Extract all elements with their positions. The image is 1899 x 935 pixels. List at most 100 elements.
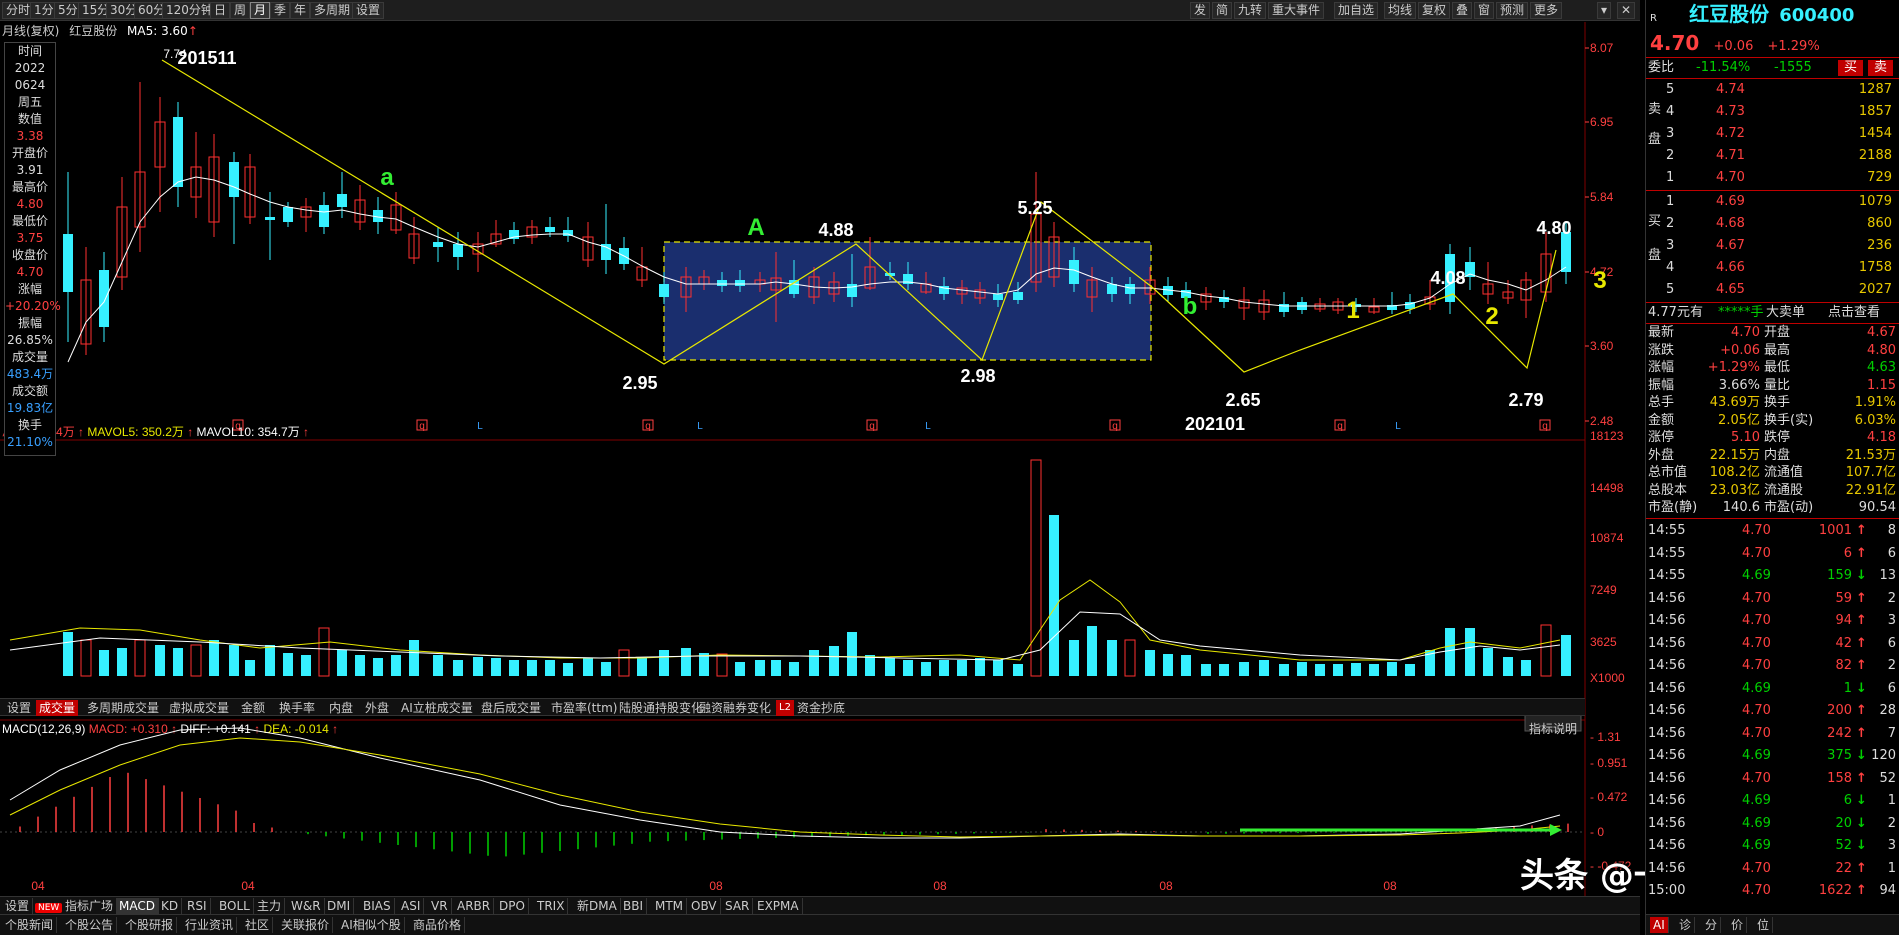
- indicator-tab-12[interactable]: VR: [428, 898, 452, 914]
- period-tab-11[interactable]: 年: [290, 2, 311, 19]
- toolbar-right-0[interactable]: 发: [1190, 2, 1211, 19]
- volume-bar: [1181, 655, 1191, 676]
- indicator-tab-9[interactable]: DMI: [324, 898, 355, 914]
- volume-tab-9[interactable]: 盘后成交量: [478, 700, 544, 716]
- indicator-tab-19[interactable]: OBV: [688, 898, 721, 914]
- volume-tab-6[interactable]: 内盘: [326, 700, 356, 716]
- indicator-tab-3[interactable]: MACD: [116, 898, 159, 914]
- indicator-tab-7[interactable]: 主力: [254, 898, 286, 914]
- volume-tab-4[interactable]: 金额: [238, 700, 268, 716]
- indicator-tab-16[interactable]: 新DMA: [574, 898, 621, 914]
- info-tab-0[interactable]: 个股新闻: [2, 917, 58, 933]
- info-tab-3[interactable]: 行业资讯: [182, 917, 238, 933]
- indicator-tab-8[interactable]: W&R: [288, 898, 325, 914]
- quote-nav-2[interactable]: 分: [1702, 917, 1722, 933]
- stock-chart[interactable]: 8.076.955.844.723.602.487.74201511aA 4.88…: [0, 22, 1645, 897]
- sell-button[interactable]: 卖: [1868, 60, 1894, 76]
- asks-row-0[interactable]: 5 4.74 1287: [1646, 79, 1899, 101]
- close-icon[interactable]: ✕: [1617, 2, 1636, 19]
- quote-nav-3[interactable]: 价: [1728, 917, 1748, 933]
- tick-vol: 6: [1843, 793, 1852, 808]
- volume-bar: [681, 648, 691, 676]
- volume-bar: [771, 660, 781, 676]
- asks-row-2[interactable]: 3 4.72 1454: [1646, 123, 1899, 145]
- volume-bar: [1030, 459, 1042, 677]
- indicator-tab-0[interactable]: 设置: [2, 898, 34, 914]
- info-tab-2[interactable]: 个股研报: [122, 917, 178, 933]
- volume-axis-label: 14498: [1590, 481, 1624, 495]
- period-tab-13[interactable]: 设置: [352, 2, 385, 19]
- volume-tab-10[interactable]: 市盈率(ttm): [548, 700, 620, 716]
- volume-tab-3[interactable]: 虚拟成交量: [166, 700, 232, 716]
- menu-down-icon[interactable]: ▾: [1597, 2, 1612, 19]
- indicator-tab-11[interactable]: ASI: [398, 898, 425, 914]
- info-tab-4[interactable]: 社区: [242, 917, 274, 933]
- volume-bar: [134, 639, 146, 677]
- asks-row-4[interactable]: 1 4.70 729: [1646, 167, 1899, 189]
- period-tab-7[interactable]: 日: [210, 2, 231, 19]
- period-tab-10[interactable]: 季: [270, 2, 291, 19]
- indicator-tab-4[interactable]: KD: [158, 898, 183, 914]
- bids-row-2[interactable]: 3 4.67 236: [1646, 235, 1899, 257]
- buy-button[interactable]: 买: [1838, 60, 1864, 76]
- volume-tab-2[interactable]: 多周期成交量: [84, 700, 162, 716]
- volume-bar: [1107, 640, 1117, 676]
- bids-row-4[interactable]: 5 4.65 2027: [1646, 279, 1899, 301]
- volume-tab-7[interactable]: 外盘: [362, 700, 392, 716]
- level-price: 4.67: [1716, 238, 1745, 253]
- info-tab-6[interactable]: AI相似个股: [338, 917, 405, 933]
- info-tab-7[interactable]: 商品价格: [410, 917, 466, 933]
- quote-nav-0[interactable]: AI: [1650, 917, 1669, 933]
- toolbar-right-9[interactable]: 预测: [1496, 2, 1529, 19]
- volume-tab-13[interactable]: 资金抄底: [794, 700, 848, 716]
- toolbar-right-2[interactable]: 九转: [1234, 2, 1267, 19]
- toolbar-right-6[interactable]: 复权: [1418, 2, 1451, 19]
- indicator-tab-15[interactable]: TRIX: [534, 898, 569, 914]
- indicator-tab-5[interactable]: RSI: [184, 898, 211, 914]
- indicator-tab-20[interactable]: SAR: [722, 898, 754, 914]
- indicator-tab-14[interactable]: DPO: [496, 898, 529, 914]
- price-axis-label: 2.48: [1590, 414, 1614, 428]
- volume-tab-8[interactable]: AI立桩成交量: [398, 700, 476, 716]
- indicator-explain-button[interactable]: 指标说明: [1524, 714, 1582, 736]
- indicator-tab-13[interactable]: ARBR: [454, 898, 495, 914]
- info-tab-1[interactable]: 个股公告: [62, 917, 118, 933]
- bids-row-1[interactable]: 2 4.68 860: [1646, 213, 1899, 235]
- candle-body: [99, 270, 109, 327]
- period-tab-9[interactable]: 月: [250, 2, 271, 19]
- toolbar-right-1[interactable]: 简: [1212, 2, 1233, 19]
- volume-bar: [1465, 628, 1475, 676]
- indicator-tab-2[interactable]: 指标广场: [62, 898, 118, 914]
- indicator-tab-18[interactable]: MTM: [652, 898, 688, 914]
- quote-pct: +1.29%: [1767, 39, 1820, 54]
- big-order-type: 大卖单: [1766, 305, 1806, 320]
- period-tab-12[interactable]: 多周期: [310, 2, 355, 19]
- period-tab-8[interactable]: 周: [230, 2, 251, 19]
- stat-value: 4.70: [1731, 325, 1760, 340]
- toolbar-right-8[interactable]: 窗: [1474, 2, 1495, 19]
- toolbar-right-3[interactable]: 重大事件: [1268, 2, 1325, 19]
- volume-tab-11[interactable]: 陆股通持股变化: [616, 700, 706, 716]
- toolbar-right-4[interactable]: 加自选: [1334, 2, 1379, 19]
- indicator-tab-6[interactable]: BOLL: [216, 898, 254, 914]
- volume-tab-12[interactable]: 融资融券变化: [696, 700, 774, 716]
- info-tab-5[interactable]: 关联报价: [278, 917, 334, 933]
- quote-nav-1[interactable]: 诊: [1676, 917, 1696, 933]
- volume-tab-5[interactable]: 换手率: [276, 700, 318, 716]
- indicator-tab-10[interactable]: BIAS: [360, 898, 395, 914]
- toolbar-right-10[interactable]: 更多: [1530, 2, 1563, 19]
- indicator-tab-21[interactable]: EXPMA: [754, 898, 803, 914]
- indicator-tab-17[interactable]: BBI: [620, 898, 648, 914]
- quote-nav-4[interactable]: 位: [1754, 917, 1774, 933]
- volume-tab-1[interactable]: 成交量: [36, 700, 79, 716]
- big-order-row[interactable]: 4.77元有 *****手 大卖单 点击查看: [1646, 303, 1899, 323]
- asks-row-3[interactable]: 2 4.71 2188: [1646, 145, 1899, 167]
- period-tab-6[interactable]: 120分钟: [162, 2, 217, 19]
- toolbar-right-7[interactable]: 叠: [1452, 2, 1473, 19]
- volume-tab-0[interactable]: 设置: [4, 700, 34, 716]
- candle-body: [337, 194, 347, 207]
- bids-row-3[interactable]: 4 4.66 1758: [1646, 257, 1899, 279]
- toolbar-right-5[interactable]: 均线: [1384, 2, 1417, 19]
- asks-row-1[interactable]: 4 4.73 1857: [1646, 101, 1899, 123]
- bids-row-0[interactable]: 1 4.69 1079: [1646, 191, 1899, 213]
